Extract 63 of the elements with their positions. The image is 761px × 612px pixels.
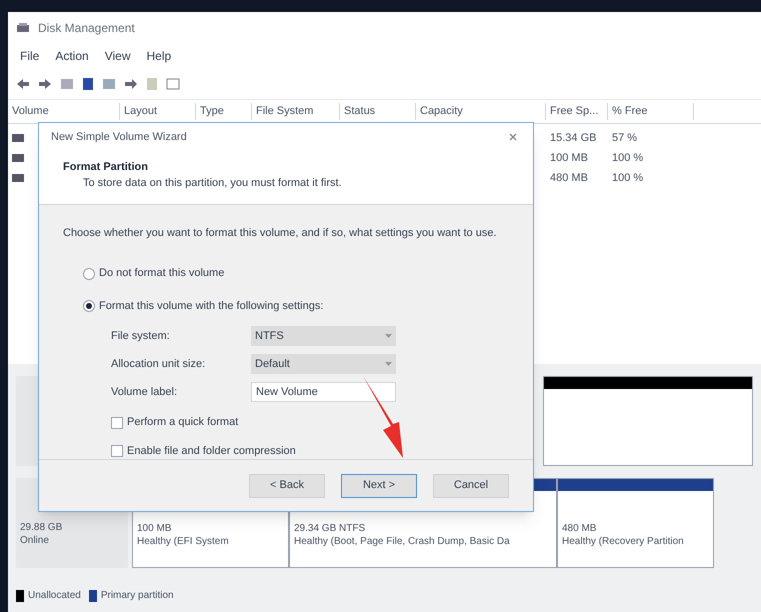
legend-label: Unallocated (28, 589, 81, 603)
wizard-button[interactable]: < Back (249, 474, 325, 498)
column-header[interactable]: Status (340, 103, 416, 120)
wizard-heading: Format Partition (63, 160, 149, 175)
forward-arrow-icon[interactable] (38, 78, 52, 90)
column-header[interactable]: Layout (120, 103, 196, 120)
dropdown-field[interactable]: Default (251, 354, 396, 374)
checkbox-option[interactable]: Enable file and folder compression (111, 442, 296, 460)
caret-icon (385, 362, 392, 366)
menu-item[interactable]: View (104, 48, 130, 64)
column-header[interactable]: % Free (608, 103, 694, 120)
partition-status: Healthy (Boot, Page File, Crash Dump, Basic Da (294, 536, 511, 548)
wizard-button[interactable]: Next > (341, 474, 417, 498)
checkbox-option[interactable]: Perform a quick format (111, 414, 238, 431)
disk-size: 29.88 GB (20, 522, 64, 534)
close-icon (509, 132, 517, 141)
partition-status: Healthy (EFI System (137, 536, 230, 548)
menu-item[interactable]: File (20, 48, 40, 64)
radio-option[interactable]: Do not format this volume (83, 265, 224, 282)
disk-app-icon (16, 22, 30, 34)
partition-block[interactable] (543, 376, 753, 466)
radio-button[interactable] (83, 300, 95, 312)
volume-icon (12, 154, 24, 162)
partition-size: 480 MB (562, 523, 598, 536)
partition-block[interactable]: 480 MB Healthy (Recovery Partition (557, 478, 714, 568)
checkbox[interactable] (111, 445, 123, 458)
column-header[interactable]: File System (252, 103, 340, 120)
table-cell-text: 15.34 GB (549, 130, 598, 146)
column-header[interactable]: Free Sp... (546, 103, 608, 120)
dropdown-field[interactable]: NTFS (251, 326, 396, 346)
menu-item[interactable]: Help (146, 48, 172, 64)
table-cell-text: 100 % (611, 150, 644, 166)
window-icon[interactable] (166, 78, 180, 90)
back-arrow-icon[interactable] (16, 78, 30, 90)
partition-status: Healthy (Recovery Partition (562, 536, 685, 548)
column-header[interactable]: Capacity (416, 103, 546, 120)
input-field[interactable]: New Volume (251, 382, 396, 402)
column-header[interactable]: Type (196, 103, 252, 120)
field-label: File system: (111, 329, 171, 344)
legend-label: Primary partition (100, 589, 174, 603)
instruction-text: Choose whether you want to format this volume, and if so, what settings you want to use. (63, 226, 498, 241)
disk-status: Online (20, 534, 50, 547)
partition-size: 29.34 GB NTFS (294, 523, 366, 536)
partition-size: 100 MB (137, 523, 172, 536)
table-cell-text: 100 MB (549, 150, 589, 166)
wizard-subheading: To store data on this partition, you must format it first. (82, 176, 343, 192)
volume-icon (12, 134, 24, 142)
volume-icon (12, 174, 24, 182)
arrow-icon[interactable] (124, 78, 138, 90)
field-label: Volume label: (111, 385, 178, 400)
wizard-button[interactable]: Cancel (433, 474, 509, 498)
radio-button[interactable] (83, 268, 95, 280)
dialog-title: New Simple Volume Wizard (51, 130, 187, 145)
checkbox[interactable] (111, 416, 123, 429)
menu-item[interactable]: Action (55, 48, 89, 64)
window-title: Disk Management (38, 20, 135, 36)
column-header[interactable]: Volume (8, 103, 120, 120)
field-label: Allocation unit size: (111, 357, 206, 372)
caret-icon (385, 334, 392, 338)
table-cell-text: 57 % (611, 130, 638, 146)
table-cell-text: 480 MB (549, 170, 589, 186)
table-cell-text: 100 % (611, 170, 644, 186)
radio-option[interactable]: Format this volume with the following settings: (83, 298, 324, 314)
